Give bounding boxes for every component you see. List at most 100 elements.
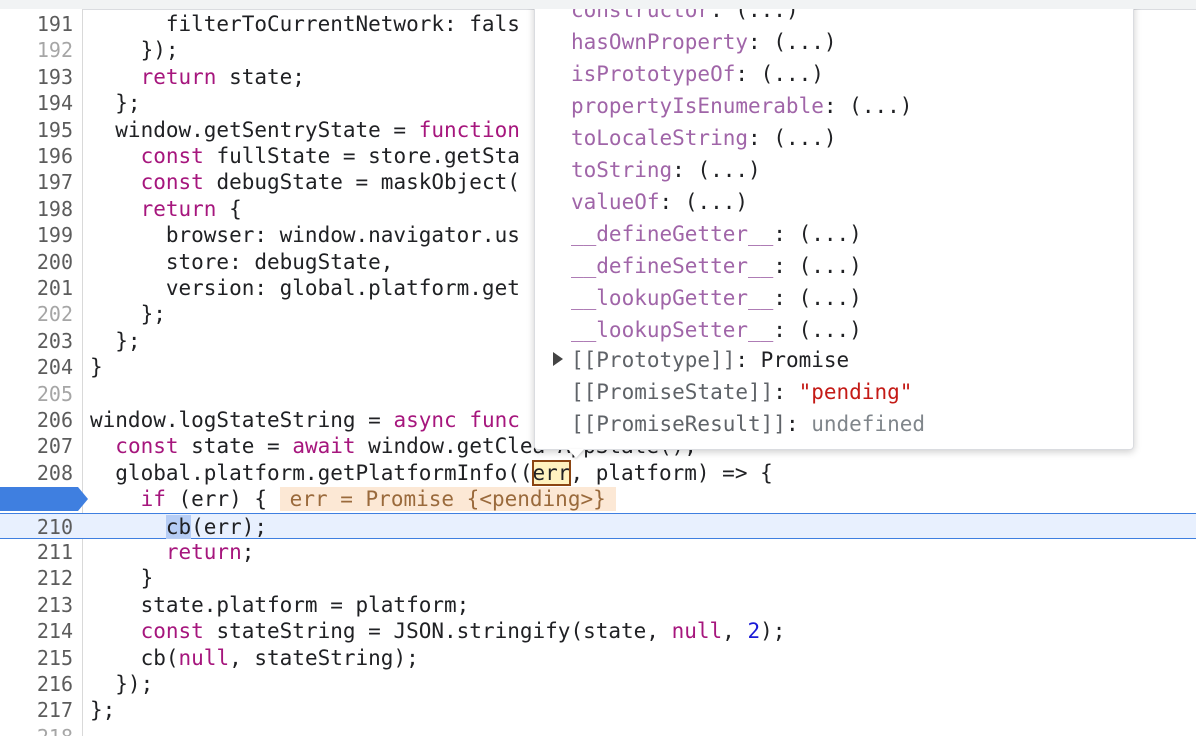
property-separator: : <box>748 126 774 150</box>
line-number[interactable]: 196 <box>0 143 73 169</box>
code-line[interactable]: 215 cb(null, stateString); <box>0 645 1196 671</box>
popover-pointer <box>568 449 584 458</box>
property-value[interactable]: (...) <box>799 318 862 342</box>
code-line[interactable]: 212 } <box>0 565 1196 591</box>
line-number[interactable]: 193 <box>0 64 73 90</box>
property-row[interactable]: constructor: (...) <box>571 9 799 26</box>
breakpoint-marker[interactable]: 209 <box>0 487 88 535</box>
property-row[interactable]: isPrototypeOf: (...) <box>571 58 824 90</box>
promise-state-value: "pending" <box>798 380 913 404</box>
code-text: return { <box>140 196 242 221</box>
code-editor[interactable]: 191 filterToCurrentNetwork: fals 192 }); 1… <box>0 9 1196 736</box>
current-call-token[interactable]: cb <box>165 514 192 539</box>
property-value[interactable]: (...) <box>773 30 836 54</box>
prototype-row[interactable]: [[Prototype]]: Promise <box>571 344 849 376</box>
promise-state-row: [[PromiseState]]: "pending" <box>571 380 913 404</box>
code-line[interactable]: 213 state.platform = platform; <box>0 592 1196 618</box>
code-text: } <box>90 355 103 380</box>
property-row[interactable]: propertyIsEnumerable: (...) <box>571 90 912 122</box>
code-text: return state; <box>140 64 305 89</box>
code-text: }; <box>90 302 166 327</box>
property-value[interactable]: (...) <box>799 254 862 278</box>
line-number[interactable]: 198 <box>0 196 73 222</box>
code-line[interactable]: 218 <box>0 724 1196 736</box>
property-row[interactable]: __defineGetter__: (...) <box>571 218 862 250</box>
property-separator: : <box>672 158 698 182</box>
line-number[interactable]: 201 <box>0 275 73 301</box>
property-value[interactable]: (...) <box>697 158 760 182</box>
property-separator: : <box>735 62 761 86</box>
line-number[interactable]: 211 <box>0 539 73 565</box>
property-row[interactable]: __lookupSetter__: (...) <box>571 314 862 346</box>
prototype-label: [[Prototype]] <box>571 348 736 372</box>
line-number[interactable]: 200 <box>0 249 73 275</box>
property-row[interactable]: __lookupGetter__: (...) <box>571 282 862 314</box>
code-line[interactable]: 208 global.platform.getPlatformInfo((err… <box>0 459 1196 486</box>
line-number[interactable]: 204 <box>0 354 73 380</box>
line-number[interactable]: 199 <box>0 222 73 248</box>
property-value[interactable]: (...) <box>799 222 862 246</box>
expand-triangle-icon[interactable] <box>553 352 563 366</box>
line-number[interactable]: 217 <box>0 697 73 723</box>
promise-result-value: undefined <box>811 412 926 436</box>
code-line[interactable]: 214 const stateString = JSON.stringify(s… <box>0 618 1196 644</box>
code-text: const stateString = JSON.stringify(state… <box>140 619 786 644</box>
property-value[interactable]: (...) <box>799 286 862 310</box>
line-number[interactable]: 206 <box>0 407 73 433</box>
line-number[interactable]: 195 <box>0 117 73 143</box>
property-separator: : <box>773 286 799 310</box>
property-row[interactable]: toLocaleString: (...) <box>571 122 837 154</box>
property-name: __lookupSetter__ <box>571 318 774 342</box>
property-value[interactable]: (...) <box>849 94 912 118</box>
code-text: }; <box>90 328 141 353</box>
line-number[interactable]: 216 <box>0 671 73 697</box>
code-line[interactable]: 216 }); <box>0 671 1196 697</box>
property-name: isPrototypeOf <box>571 62 736 86</box>
line-number[interactable]: 212 <box>0 565 73 591</box>
line-number[interactable]: 213 <box>0 592 73 618</box>
code-line[interactable]: 211 return; <box>0 539 1196 565</box>
code-text: cb(err); <box>165 514 268 539</box>
line-number[interactable]: 191 <box>0 11 73 37</box>
code-line[interactable]: 217}; <box>0 697 1196 723</box>
property-name: propertyIsEnumerable <box>571 94 824 118</box>
line-number[interactable]: 202 <box>0 301 73 327</box>
property-name: __defineGetter__ <box>571 222 774 246</box>
code-text: window.logStateString = async func <box>90 408 520 432</box>
line-number[interactable]: 208 <box>0 460 73 486</box>
property-separator: : <box>773 254 799 278</box>
property-value[interactable]: (...) <box>735 9 798 22</box>
line-number[interactable]: 197 <box>0 169 73 195</box>
code-text: filterToCurrentNetwork: fals <box>90 12 520 36</box>
code-line[interactable]: 210 cb(err); <box>0 512 1196 540</box>
line-number[interactable]: 194 <box>0 90 73 116</box>
property-separator: : <box>748 30 774 54</box>
property-row[interactable]: hasOwnProperty: (...) <box>571 26 837 58</box>
promise-result-row: [[PromiseResult]]: undefined <box>571 412 926 436</box>
property-row[interactable]: toString: (...) <box>571 154 761 186</box>
property-row[interactable]: valueOf: (...) <box>571 186 748 218</box>
property-row[interactable]: __defineSetter__: (...) <box>571 250 862 282</box>
promise-result-label: [[PromiseResult]] <box>571 412 786 436</box>
code-text: return; <box>165 540 255 564</box>
property-value[interactable]: (...) <box>761 62 824 86</box>
line-number[interactable]: 218 <box>0 724 73 736</box>
line-number[interactable]: 210 <box>0 514 73 540</box>
line-number[interactable]: 205 <box>0 381 73 407</box>
hovered-token[interactable]: err <box>531 459 572 486</box>
line-number[interactable]: 215 <box>0 645 73 671</box>
line-number[interactable]: 214 <box>0 618 73 644</box>
property-name: toLocaleString <box>571 126 749 150</box>
code-text: window.getSentryState = function <box>90 117 520 142</box>
line-number[interactable]: 192 <box>0 37 73 63</box>
object-preview-popover[interactable]: constructor: (...) hasOwnProperty: (...) i… <box>534 9 1134 450</box>
line-number[interactable]: 207 <box>0 433 73 459</box>
line-number[interactable]: 203 <box>0 328 73 354</box>
property-separator: : <box>659 190 685 214</box>
property-value[interactable]: (...) <box>773 126 836 150</box>
code-text: browser: window.navigator.us <box>90 223 520 248</box>
code-line[interactable]: 209 if (err) { err = Promise {<pending>} <box>0 486 1196 535</box>
property-separator: : <box>710 9 736 22</box>
property-value[interactable]: (...) <box>685 190 748 214</box>
property-name: valueOf <box>571 190 660 214</box>
